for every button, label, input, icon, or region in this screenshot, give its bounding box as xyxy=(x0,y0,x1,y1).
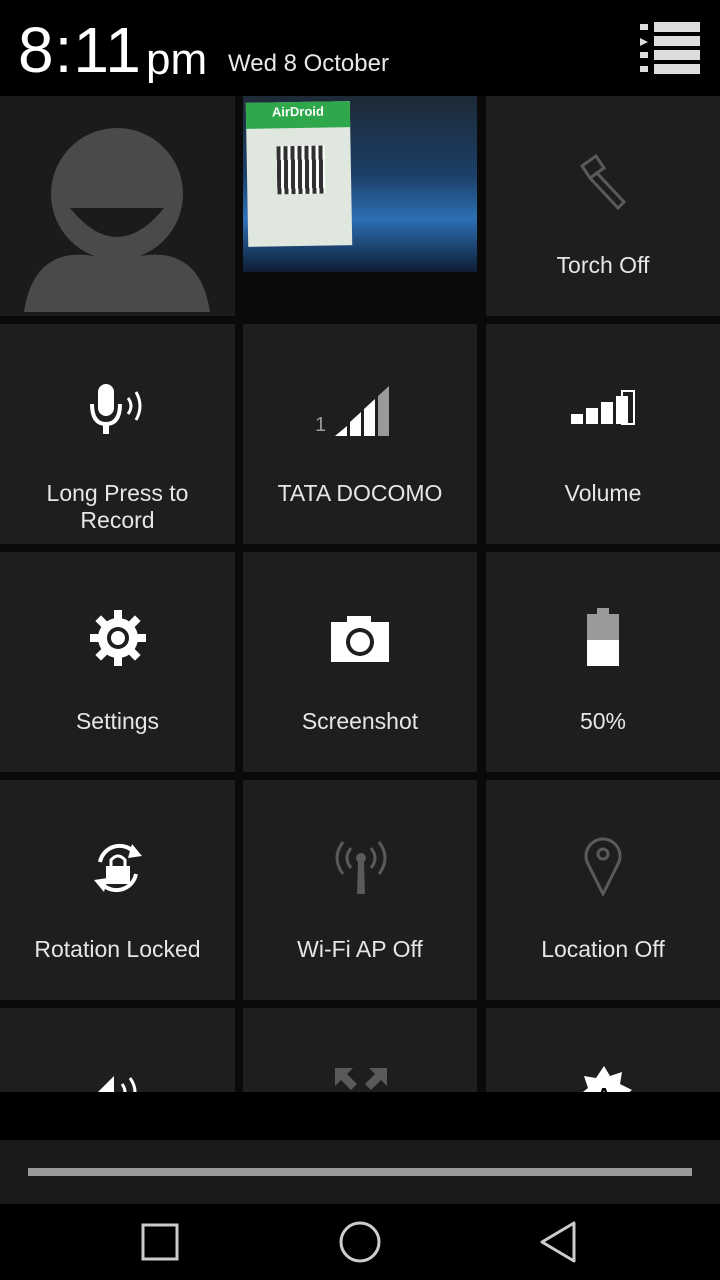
microphone-icon xyxy=(90,384,142,434)
tile-voice-record[interactable]: Long Press to Record xyxy=(0,324,235,544)
battery-icon xyxy=(587,608,619,666)
back-icon[interactable] xyxy=(538,1220,578,1264)
tile-wifi-ap[interactable]: Wi-Fi AP Off xyxy=(243,780,477,1000)
tile-torch[interactable]: Torch Off xyxy=(486,96,720,316)
flashlight-icon xyxy=(579,153,627,210)
photo-card-title: AirDroid xyxy=(271,103,325,120)
gear-icon xyxy=(90,610,146,666)
shade-drag-handle[interactable] xyxy=(28,1168,692,1176)
tile-location[interactable]: Location Off xyxy=(486,780,720,1000)
tile-wifi-ap-label: Wi-Fi AP Off xyxy=(297,936,423,962)
shade-handle-area[interactable] xyxy=(0,1140,720,1204)
tile-volume-label: Volume xyxy=(564,480,642,506)
tile-volume[interactable]: Volume xyxy=(486,324,720,544)
clock-ampm: pm xyxy=(146,35,208,84)
tile-signal[interactable]: 1 TATA DOCOMO xyxy=(243,324,477,544)
settings-list-icon[interactable] xyxy=(638,22,702,76)
recent-apps-icon[interactable] xyxy=(140,1222,180,1262)
quick-settings-grid: AirDroid Torch Off Long Press to Record … xyxy=(0,96,720,1140)
photo-card: AirDroid xyxy=(245,101,353,247)
rotation-lock-icon xyxy=(94,843,142,893)
tile-rotation[interactable]: Rotation Locked xyxy=(0,780,235,1000)
signal-icon xyxy=(335,386,389,436)
tile-voice-label: Long Press to Record xyxy=(46,480,189,533)
wifi-hotspot-icon xyxy=(335,841,387,894)
tile-wallpaper-photo[interactable]: AirDroid xyxy=(243,96,477,272)
tile-battery-label: 50% xyxy=(579,708,627,734)
clock-date: Wed 8 October xyxy=(228,50,389,77)
grid-edge-shade xyxy=(0,1092,720,1140)
signal-sim-number: 1 xyxy=(315,414,327,436)
tile-torch-label: Torch Off xyxy=(556,252,650,278)
tile-location-label: Location Off xyxy=(541,936,665,962)
user-avatar-icon xyxy=(24,128,210,312)
status-header: 8:11 pm Wed 8 October xyxy=(0,0,720,96)
tile-settings[interactable]: Settings xyxy=(0,552,235,772)
tile-screenshot-label: Screenshot xyxy=(301,708,419,734)
tile-rotation-label: Rotation Locked xyxy=(34,936,201,962)
camera-icon xyxy=(331,616,389,662)
clock-time: 8:11 xyxy=(18,14,142,86)
navigation-bar xyxy=(0,1204,720,1280)
qr-code-icon xyxy=(276,145,326,195)
tile-signal-label: TATA DOCOMO xyxy=(277,480,443,506)
tile-settings-label: Settings xyxy=(75,708,160,734)
tile-user[interactable] xyxy=(0,96,235,316)
home-icon[interactable] xyxy=(338,1220,382,1264)
tile-screenshot[interactable]: Screenshot xyxy=(243,552,477,772)
volume-bars-icon xyxy=(571,390,635,425)
location-pin-icon xyxy=(584,837,622,896)
tile-battery[interactable]: 50% xyxy=(486,552,720,772)
